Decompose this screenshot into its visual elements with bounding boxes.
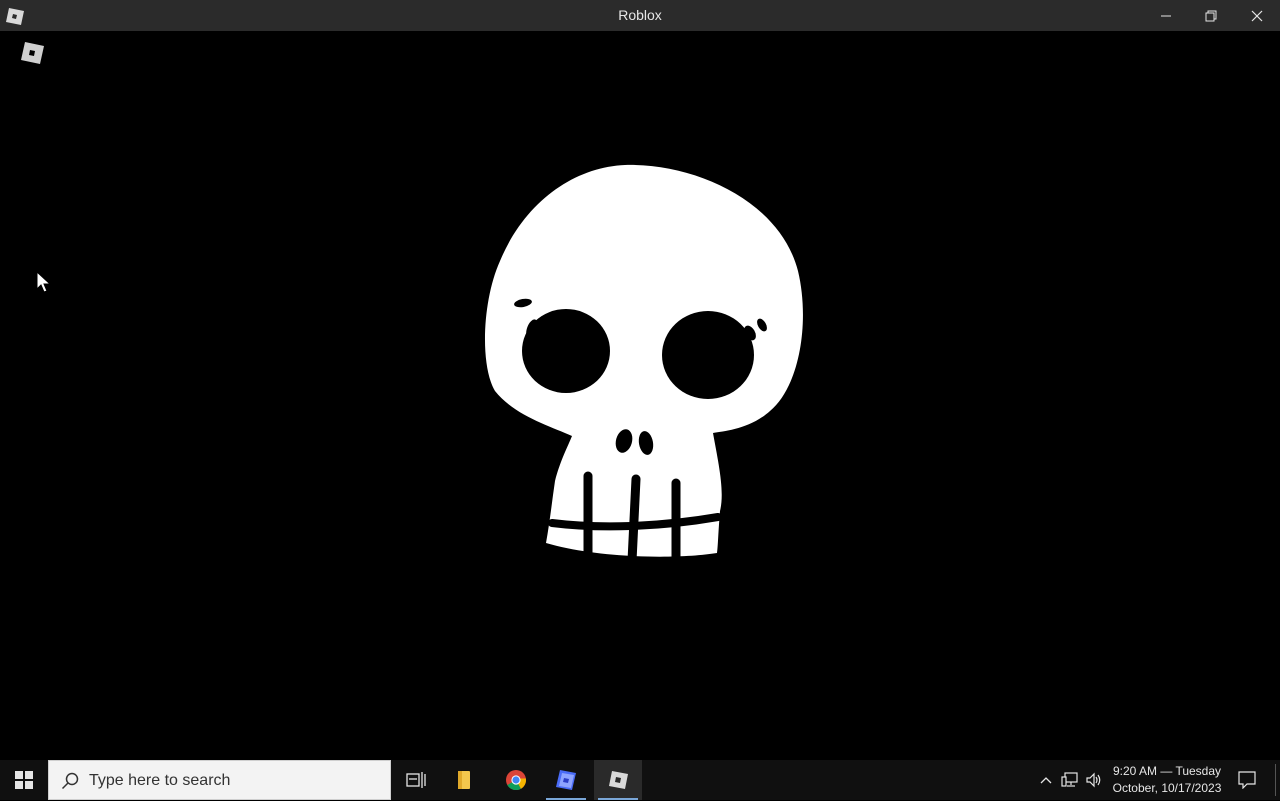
- volume-button[interactable]: [1082, 760, 1106, 800]
- skull-icon: [484, 164, 803, 561]
- notification-icon: [1238, 771, 1256, 789]
- network-icon: [1061, 772, 1078, 787]
- mouse-cursor-icon: [36, 271, 52, 293]
- minimize-icon: [1160, 15, 1171, 16]
- task-view-icon: [406, 772, 426, 788]
- file-explorer-button[interactable]: [440, 760, 488, 800]
- task-view-button[interactable]: [392, 760, 440, 800]
- roblox-button[interactable]: [594, 760, 642, 800]
- chevron-up-icon: [1040, 777, 1052, 784]
- close-button[interactable]: [1234, 0, 1279, 31]
- action-center-button[interactable]: [1232, 760, 1262, 800]
- taskbar-search-box[interactable]: Type here to search: [48, 760, 391, 800]
- clock-date: October, 10/17/2023: [1112, 781, 1222, 795]
- file-explorer-icon: [458, 771, 470, 789]
- title-bar[interactable]: Roblox: [0, 0, 1280, 31]
- show-desktop-button[interactable]: [1275, 764, 1276, 796]
- roblox-studio-button[interactable]: [542, 760, 590, 800]
- show-hidden-icons-button[interactable]: [1036, 760, 1056, 800]
- search-icon: [61, 772, 79, 790]
- search-placeholder: Type here to search: [89, 772, 231, 789]
- start-button[interactable]: [0, 760, 48, 800]
- restore-button[interactable]: [1188, 0, 1233, 31]
- taskbar-clock[interactable]: 9:20 AM — Tuesday October, 10/17/2023: [1108, 763, 1226, 797]
- chrome-icon: [506, 770, 527, 791]
- network-button[interactable]: [1058, 760, 1082, 800]
- roblox-icon: [609, 771, 628, 789]
- volume-icon: [1086, 772, 1101, 788]
- window-title: Roblox: [618, 7, 662, 23]
- clock-time: 9:20 AM — Tuesday: [1112, 764, 1222, 778]
- windows-logo-icon: [15, 771, 33, 789]
- roblox-logo-icon: [21, 42, 44, 64]
- roblox-window: Roblox: [0, 0, 1280, 760]
- restore-icon: [1205, 10, 1216, 21]
- roblox-studio-icon: [556, 770, 576, 790]
- close-icon: [1251, 10, 1262, 21]
- game-viewport[interactable]: [0, 31, 1280, 760]
- taskbar: Type here to search 9:20 AM — Tuesday Oc…: [0, 760, 1280, 800]
- chrome-button[interactable]: [492, 760, 540, 800]
- minimize-button[interactable]: [1143, 0, 1188, 31]
